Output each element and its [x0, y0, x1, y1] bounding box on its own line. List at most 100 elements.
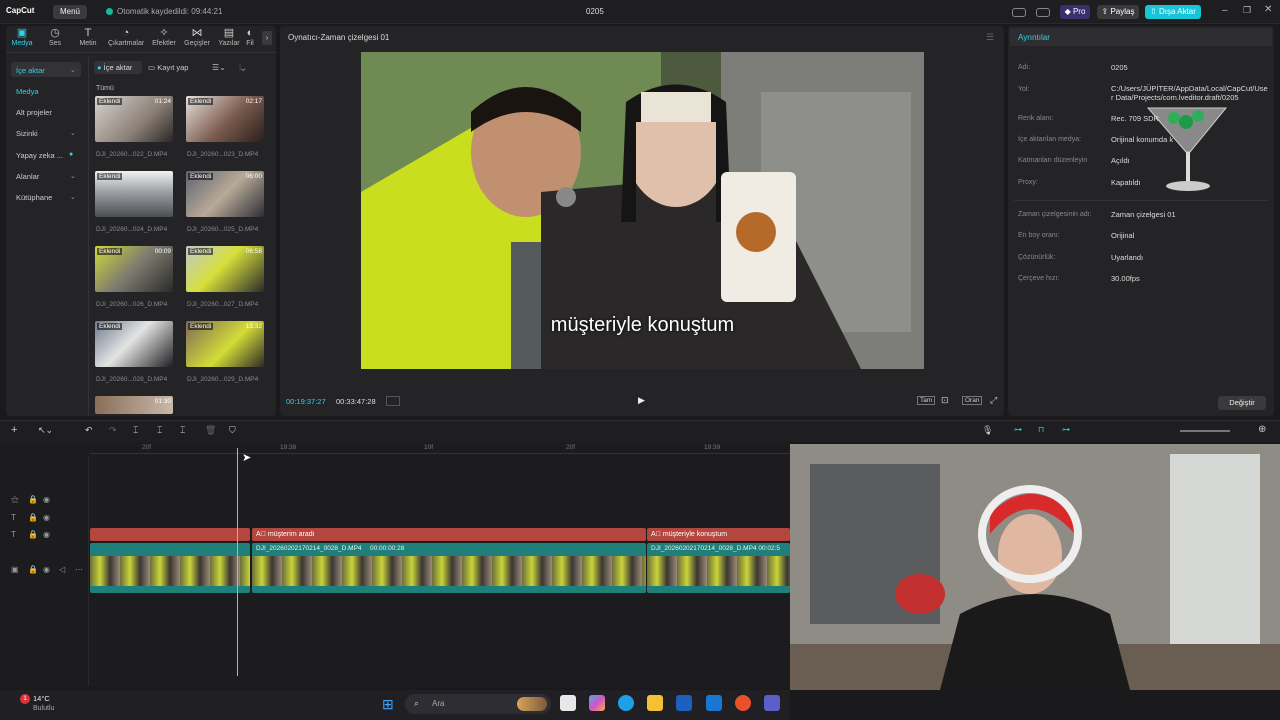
- tool-text[interactable]: T Metin: [71, 27, 105, 47]
- shield-icon[interactable]: ⛉: [229, 425, 236, 436]
- text-clip[interactable]: A⃞ müşterim aradı: [252, 528, 646, 541]
- trim-left-icon[interactable]: ⌶: [157, 425, 162, 436]
- lock-icon[interactable]: 🔒: [28, 495, 38, 504]
- outlook-icon[interactable]: [706, 695, 722, 711]
- video-preview[interactable]: müşteriyle konuştum: [361, 52, 924, 369]
- delete-icon[interactable]: 🗑: [205, 425, 216, 436]
- filter-icon[interactable]: ⫶⌄: [239, 63, 245, 73]
- share-label: Paylaş: [1110, 7, 1135, 16]
- filter-all-label[interactable]: Tümü: [96, 85, 114, 92]
- tool-captions[interactable]: ▤ Yazılar: [212, 27, 246, 47]
- sort-icon[interactable]: ☰⌄: [212, 63, 226, 72]
- taskbar-search[interactable]: ⌕ Ara: [405, 694, 551, 714]
- eye-icon[interactable]: ◉: [43, 530, 50, 539]
- media-thumbnail[interactable]: Eklendi 06:58: [186, 246, 264, 292]
- more-icon[interactable]: ⋯: [75, 565, 83, 574]
- ruler-label: 19:39: [704, 444, 721, 451]
- sidebar-item-media[interactable]: Medya: [16, 87, 39, 96]
- eye-icon[interactable]: ◉: [43, 565, 50, 574]
- playhead[interactable]: [237, 448, 238, 676]
- maximize-icon[interactable]: ❐: [1243, 5, 1251, 16]
- fullscreen-icon[interactable]: ⤢: [990, 395, 997, 406]
- import-button[interactable]: ● İçe aktar: [94, 61, 142, 74]
- minimize-icon[interactable]: –: [1222, 5, 1228, 16]
- record-button[interactable]: ▭ Kayıt yap: [148, 61, 200, 74]
- taskview-icon[interactable]: [560, 695, 576, 711]
- tool-transitions[interactable]: ⋈ Geçişler: [180, 27, 214, 47]
- share-button[interactable]: ⇪ Paylaş: [1097, 5, 1139, 19]
- tool-effects[interactable]: ✧ Efektler: [147, 27, 181, 47]
- media-thumbnail[interactable]: Eklendi 02:17: [186, 96, 264, 142]
- sidebar-item-yours[interactable]: Sizinki: [16, 129, 38, 138]
- text-clip[interactable]: A⃞ müşteriyle konuştum: [647, 528, 790, 541]
- undo-icon[interactable]: ↶: [85, 425, 93, 436]
- file-explorer-icon[interactable]: [647, 695, 663, 711]
- store-icon[interactable]: [676, 695, 692, 711]
- media-thumbnail[interactable]: Eklendi 01:24: [95, 96, 173, 142]
- captions-icon: ▤: [223, 27, 235, 39]
- text-clip[interactable]: [90, 528, 250, 541]
- menu-button[interactable]: Menü: [53, 5, 87, 19]
- chevron-right-icon[interactable]: ›: [262, 31, 272, 45]
- tool-filters[interactable]: ◐ Fil: [242, 27, 258, 47]
- sidebar-item-subprojects[interactable]: Alt projeler: [16, 108, 52, 117]
- snap-icon[interactable]: ⊶: [1062, 425, 1070, 434]
- transition-icon: ⋈: [191, 27, 203, 39]
- media-thumbnail[interactable]: Eklendi 15:32: [186, 321, 264, 367]
- shortcuts-icon[interactable]: [1036, 8, 1050, 17]
- link-icon[interactable]: ⊶: [1014, 425, 1022, 434]
- lock-icon[interactable]: 🔒: [28, 565, 38, 574]
- speaker-icon[interactable]: ◁: [59, 565, 65, 574]
- sidebar-item-ai[interactable]: Yapay zeka ...: [16, 151, 63, 160]
- tool-stickers[interactable]: ◔ Çıkartmalar: [108, 27, 144, 47]
- tool-audio[interactable]: ◷ Ses: [38, 27, 72, 47]
- cursor-icon[interactable]: ↖⌄: [38, 425, 53, 436]
- play-icon[interactable]: ▶: [638, 395, 645, 406]
- detail-label-resolution: Çözünürlük:: [1018, 254, 1056, 261]
- lock-icon[interactable]: 🔒: [28, 513, 38, 522]
- media-thumbnail[interactable]: Eklendi: [95, 171, 173, 217]
- teams-icon[interactable]: [764, 695, 780, 711]
- layout-icon[interactable]: [1012, 8, 1026, 17]
- menu-icon[interactable]: ☰: [986, 32, 994, 43]
- split-icon[interactable]: ⌶: [133, 425, 138, 436]
- ratio-button[interactable]: Oran: [962, 396, 983, 405]
- tool-media[interactable]: ▣ Medya: [5, 27, 39, 47]
- crop-icon[interactable]: ⊡: [941, 395, 949, 406]
- video-clip[interactable]: DJI_20260202170214_0028_D.MP4 00:02:5: [647, 543, 790, 593]
- pro-button[interactable]: ◆ Pro: [1060, 5, 1090, 19]
- sidebar-item-import[interactable]: İçe aktar: [16, 66, 45, 75]
- sidebar-item-spaces[interactable]: Alanlar: [16, 172, 39, 181]
- eye-icon[interactable]: ◉: [43, 495, 50, 504]
- track-text-icon: T: [11, 513, 16, 522]
- copilot-icon[interactable]: [589, 695, 605, 711]
- timecode-icon[interactable]: [386, 396, 400, 406]
- video-clip[interactable]: [90, 543, 250, 593]
- detail-label-timeline-name: Zaman çizelgesinin adı:: [1018, 211, 1092, 218]
- media-thumbnail[interactable]: Eklendi: [95, 321, 173, 367]
- sidebar-item-library[interactable]: Kütüphane: [16, 193, 52, 202]
- magnet-icon[interactable]: ⊓: [1038, 425, 1044, 434]
- zoom-slider[interactable]: [1180, 430, 1230, 432]
- media-thumbnail[interactable]: 01:30: [95, 396, 173, 414]
- close-icon[interactable]: ✕: [1264, 4, 1272, 15]
- change-button[interactable]: Değiştir: [1218, 396, 1266, 410]
- firefox-icon[interactable]: [735, 695, 751, 711]
- media-thumbnail[interactable]: Eklendi 00:09: [95, 246, 173, 292]
- microphone-icon[interactable]: 🎙: [982, 425, 993, 436]
- subtitle-text[interactable]: müşteriyle konuştum: [361, 314, 924, 337]
- search-icon: ⌕: [414, 698, 420, 708]
- add-icon[interactable]: +: [11, 424, 17, 436]
- full-quality-button[interactable]: Tam: [917, 396, 936, 405]
- eye-icon[interactable]: ◉: [43, 513, 50, 522]
- lock-icon[interactable]: 🔒: [28, 530, 38, 539]
- text-clip-label: müşteriyle konuştum: [662, 531, 728, 538]
- video-clip[interactable]: DJI_20260202170214_0028_D.MP4 00:00:00:2…: [252, 543, 646, 593]
- zoom-fit-icon[interactable]: ⊕: [1258, 424, 1266, 435]
- redo-icon[interactable]: ↷: [109, 425, 117, 436]
- edge-icon[interactable]: [618, 695, 634, 711]
- trim-right-icon[interactable]: ⌶: [180, 425, 185, 436]
- export-button[interactable]: ⇧ Dışa Aktar: [1145, 5, 1201, 19]
- windows-start-icon[interactable]: ⊞: [382, 696, 394, 713]
- media-thumbnail[interactable]: Eklendi 06:00: [186, 171, 264, 217]
